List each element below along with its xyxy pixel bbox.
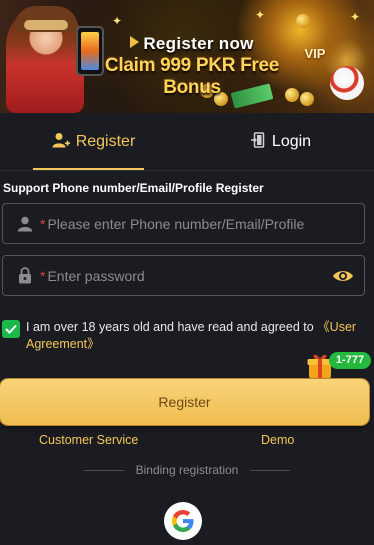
- user-add-icon: [52, 132, 70, 153]
- eye-icon[interactable]: [332, 269, 354, 283]
- gift-amount-badge: 1-777: [329, 352, 371, 369]
- promo-banner[interactable]: ✦ ✦ ✦ Register now Claim 999 PKR Free Bo…: [0, 0, 374, 113]
- tab-register[interactable]: Register: [0, 113, 187, 171]
- agreement-text: I am over 18 years old and have read and…: [26, 319, 368, 353]
- sparkle-icon: ✦: [112, 14, 123, 28]
- divider-line: [250, 469, 291, 471]
- lock-icon: [16, 267, 34, 284]
- banner-headline: Register now: [106, 34, 278, 56]
- divider-line: [83, 469, 124, 471]
- phone-email-field[interactable]: *: [2, 203, 365, 244]
- cash-image: [230, 83, 274, 109]
- google-icon: [172, 510, 194, 532]
- auth-tabs: Register Login: [0, 113, 374, 171]
- demo-link[interactable]: Demo: [261, 433, 294, 447]
- sparkle-icon: ✦: [350, 10, 361, 24]
- coin-icon: [296, 14, 310, 28]
- door-exit-icon: [250, 131, 266, 153]
- chicken-mascot-image: [330, 66, 364, 100]
- password-field[interactable]: *: [2, 255, 365, 296]
- banner-promo-text: Claim 999 PKR Free Bonus: [104, 55, 280, 98]
- binding-registration-divider: Binding registration: [0, 463, 374, 477]
- register-button[interactable]: Register: [0, 379, 369, 425]
- phone-email-input[interactable]: [47, 215, 364, 232]
- binding-registration-label: Binding registration: [135, 463, 239, 477]
- password-input[interactable]: [47, 267, 332, 284]
- required-mark: *: [40, 267, 46, 284]
- customer-service-link[interactable]: Customer Service: [39, 433, 138, 447]
- user-icon: [16, 216, 34, 232]
- coin-icon: [285, 88, 299, 102]
- agreement-statement: I am over 18 years old and have read and…: [26, 320, 318, 334]
- required-mark: *: [40, 215, 46, 232]
- goggles-image: [24, 20, 68, 30]
- tab-register-label: Register: [75, 133, 136, 150]
- register-support-text: Support Phone number/Email/Profile Regis…: [3, 181, 264, 195]
- tab-divider: [0, 170, 374, 171]
- agree-checkbox[interactable]: [2, 320, 20, 338]
- play-arrow-icon: [130, 36, 140, 48]
- checkmark-icon: [5, 324, 17, 334]
- age-agreement: I am over 18 years old and have read and…: [2, 319, 368, 353]
- tab-login[interactable]: Login: [187, 113, 374, 171]
- tab-login-label: Login: [271, 133, 312, 150]
- sparkle-icon: ✦: [255, 8, 266, 22]
- google-login-button[interactable]: [164, 502, 202, 540]
- vip-badge: VIP: [304, 46, 326, 61]
- coin-icon: [300, 92, 314, 106]
